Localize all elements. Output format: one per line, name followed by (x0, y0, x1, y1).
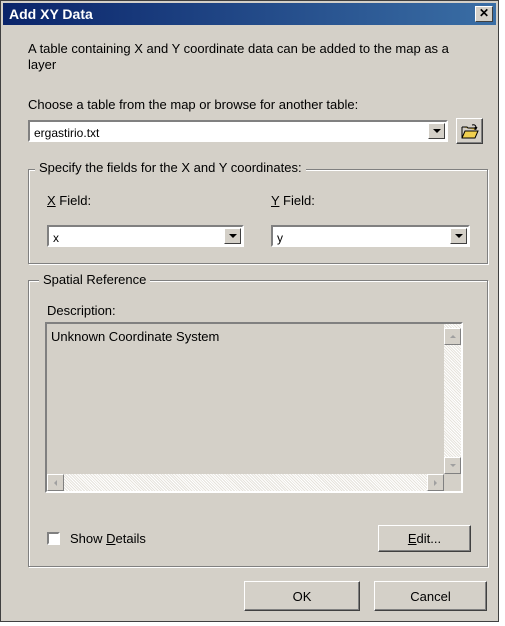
arrow-down-icon (449, 464, 456, 467)
arrow-up-icon (449, 335, 456, 338)
arrow-right-icon (434, 479, 437, 486)
browse-button[interactable] (456, 118, 483, 144)
y-field-label: Y Field: (271, 193, 315, 208)
edit-button[interactable]: Edit... (378, 525, 471, 552)
chevron-down-icon (432, 129, 441, 133)
y-field-value: y (277, 231, 283, 245)
y-field-dropdown[interactable] (450, 228, 467, 244)
arrow-left-icon (54, 479, 57, 486)
spatial-reference-label: Spatial Reference (39, 272, 151, 287)
title-bar[interactable]: Add XY Data ✕ (3, 3, 496, 25)
chevron-down-icon (228, 234, 237, 238)
scroll-left-button[interactable] (47, 474, 64, 491)
close-button[interactable]: ✕ (475, 6, 493, 22)
x-field-value: x (53, 231, 59, 245)
scroll-right-button[interactable] (427, 474, 444, 491)
x-field-select[interactable]: x (47, 225, 244, 247)
ok-button[interactable]: OK (244, 581, 360, 611)
show-details-label[interactable]: Show Details (70, 531, 146, 546)
scroll-down-button[interactable] (444, 457, 461, 474)
description-text: Unknown Coordinate System (51, 329, 220, 344)
close-icon: ✕ (478, 6, 490, 20)
description-label: Description: (47, 303, 116, 318)
x-field-dropdown[interactable] (224, 228, 241, 244)
vertical-scrollbar[interactable] (444, 324, 461, 474)
add-xy-data-dialog: Add XY Data ✕ A table containing X and Y… (0, 0, 499, 622)
coordinates-group (28, 169, 488, 264)
intro-text: A table containing X and Y coordinate da… (28, 41, 449, 72)
y-field-select[interactable]: y (271, 225, 470, 247)
cancel-button[interactable]: Cancel (374, 581, 487, 611)
window-title: Add XY Data (9, 6, 93, 22)
scroll-up-button[interactable] (444, 328, 461, 345)
table-select[interactable]: ergastirio.txt (28, 120, 448, 142)
show-details-checkbox[interactable] (47, 532, 60, 545)
coordinates-group-label: Specify the fields for the X and Y coord… (35, 160, 306, 175)
chevron-down-icon (454, 234, 463, 238)
table-select-dropdown[interactable] (428, 123, 445, 139)
table-select-value: ergastirio.txt (34, 126, 100, 140)
description-textbox[interactable]: Unknown Coordinate System (45, 322, 463, 493)
table-prompt-label: Choose a table from the map or browse fo… (28, 97, 359, 112)
folder-open-icon (461, 123, 479, 138)
x-field-label: X Field: (47, 193, 92, 208)
horizontal-scrollbar[interactable] (47, 474, 444, 491)
